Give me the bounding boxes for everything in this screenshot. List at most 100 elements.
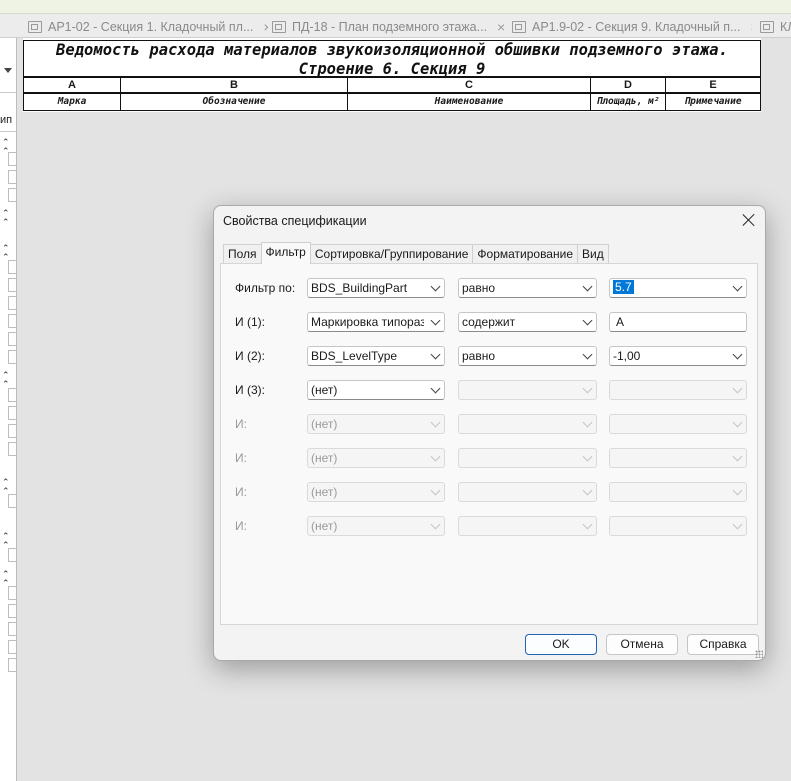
filter-field-select[interactable]: BDS_LevelType [307, 346, 445, 366]
chevron-down-icon [582, 383, 593, 394]
tab-filter[interactable]: Фильтр [260, 242, 311, 264]
column-letter[interactable]: A [24, 78, 121, 92]
filter-field-select[interactable]: (нет) [307, 380, 445, 400]
property-cell[interactable] [8, 296, 16, 310]
filter-value-input[interactable]: А [609, 312, 747, 332]
chevron-down-icon [582, 281, 593, 292]
filter-field-select: (нет) [307, 516, 445, 536]
chevron-down-icon [732, 451, 743, 462]
close-tab-icon[interactable]: × [497, 19, 504, 35]
document-tab[interactable]: ПД-18 - План подземного этажа... × [272, 16, 504, 38]
filter-condition-select [458, 380, 597, 400]
schedule-properties-dialog: Свойства спецификации Поля Фильтр Сортир… [213, 205, 766, 661]
filter-condition-select [458, 482, 597, 502]
filter-condition-select [458, 414, 597, 434]
close-tab-icon[interactable]: × [751, 19, 753, 35]
chevron-down-icon [430, 315, 441, 326]
property-cell[interactable] [8, 314, 16, 328]
filter-value-select[interactable]: -1,00 [609, 346, 747, 366]
filter-condition-select[interactable]: содержит [458, 312, 597, 332]
tab-fields[interactable]: Поля [223, 244, 262, 264]
chevron-down-icon [430, 519, 441, 530]
filter-condition-select[interactable]: равно [458, 278, 597, 298]
chevron-down-icon [732, 485, 743, 496]
property-cell[interactable] [8, 332, 16, 346]
tab-appearance[interactable]: Вид [577, 244, 609, 264]
schedule-column-letters: A B C D E [23, 78, 761, 94]
close-tab-icon[interactable]: × [263, 19, 268, 35]
filter-row-label: И (1): [235, 315, 265, 329]
column-header[interactable]: Наименование [348, 94, 591, 110]
property-cell[interactable] [8, 188, 16, 202]
column-header[interactable]: Обозначение [121, 94, 348, 110]
filter-row-label: И (3): [235, 383, 265, 397]
property-cell[interactable] [8, 278, 16, 292]
schedule-view: Ведомость расхода материалов звукоизоляц… [23, 38, 761, 112]
panel-divider [0, 131, 16, 132]
property-cell[interactable] [8, 350, 16, 364]
resize-grip-icon[interactable] [755, 650, 763, 658]
dropdown-arrow-icon[interactable] [4, 68, 12, 73]
document-tab-label: ПД-18 - План подземного этажа... [292, 20, 488, 34]
filter-field-select: (нет) [307, 414, 445, 434]
filter-field-select[interactable]: BDS_BuildingPart [307, 278, 445, 298]
tab-sorting-grouping[interactable]: Сортировка/Группирование [309, 244, 474, 264]
chevron-down-icon [582, 519, 593, 530]
property-cell[interactable] [8, 658, 16, 672]
property-cell[interactable] [8, 548, 16, 562]
chevron-down-icon [430, 383, 441, 394]
column-letter[interactable]: B [121, 78, 348, 92]
close-icon[interactable] [741, 212, 757, 228]
filter-condition-select [458, 516, 597, 536]
filter-row-label: И: [235, 451, 247, 465]
property-cell[interactable] [8, 388, 16, 402]
collapse-chevron-icon[interactable]: ⌃ ⌃ [2, 371, 10, 389]
filter-row-label: Фильтр по: [235, 281, 296, 295]
document-tab-label: КЛ [780, 20, 791, 34]
column-header[interactable]: Примечание [666, 94, 760, 110]
property-cell[interactable] [8, 622, 16, 636]
property-cell[interactable] [8, 604, 16, 618]
column-letter[interactable]: C [348, 78, 591, 92]
collapse-chevron-icon[interactable]: ⌃ ⌃ [2, 209, 10, 227]
filter-value-select [609, 448, 747, 468]
filter-condition-select[interactable]: равно [458, 346, 597, 366]
column-letter[interactable]: E [666, 78, 760, 92]
property-cell[interactable] [8, 640, 16, 654]
chevron-down-icon [430, 349, 441, 360]
column-header[interactable]: Площадь, м² [591, 94, 666, 110]
cancel-button[interactable]: Отмена [606, 634, 678, 655]
panel-divider [0, 92, 16, 93]
chevron-down-icon [430, 485, 441, 496]
document-tab-bar: АР1-02 - Секция 1. Кладочный пл... × ПД-… [0, 14, 791, 38]
dialog-title: Свойства спецификации [223, 214, 367, 228]
tab-formatting[interactable]: Форматирование [472, 244, 578, 264]
column-letter[interactable]: D [591, 78, 666, 92]
chevron-down-icon [582, 349, 593, 360]
column-header[interactable]: Марка [24, 94, 121, 110]
filter-value-select[interactable]: 5.7 [609, 278, 747, 298]
ok-button[interactable]: OK [525, 634, 597, 655]
property-cell[interactable] [8, 260, 16, 274]
property-cell[interactable] [8, 406, 16, 420]
filter-value-select [609, 414, 747, 434]
property-cell[interactable] [8, 170, 16, 184]
document-tab[interactable]: КЛ [760, 16, 791, 38]
property-cell[interactable] [8, 424, 16, 438]
document-tab[interactable]: АР1.9-02 - Секция 9. Кладочный п... × [512, 16, 752, 38]
property-cell[interactable] [8, 586, 16, 600]
document-tab[interactable]: АР1-02 - Секция 1. Кладочный пл... × [28, 16, 268, 38]
floor-plan-icon [512, 21, 526, 33]
property-cell[interactable] [8, 442, 16, 456]
help-button[interactable]: Справка [687, 634, 759, 655]
filter-value-select [609, 380, 747, 400]
chevron-down-icon [732, 349, 743, 360]
filter-row-label: И (2): [235, 349, 265, 363]
chevron-down-icon [430, 451, 441, 462]
schedule-title[interactable]: Ведомость расхода материалов звукоизоляц… [23, 40, 761, 78]
property-cell[interactable] [8, 152, 16, 166]
top-strip [0, 0, 791, 14]
property-cell[interactable] [8, 494, 16, 508]
filter-field-select: (нет) [307, 482, 445, 502]
filter-field-select[interactable]: Маркировка типоразмера [307, 312, 445, 332]
